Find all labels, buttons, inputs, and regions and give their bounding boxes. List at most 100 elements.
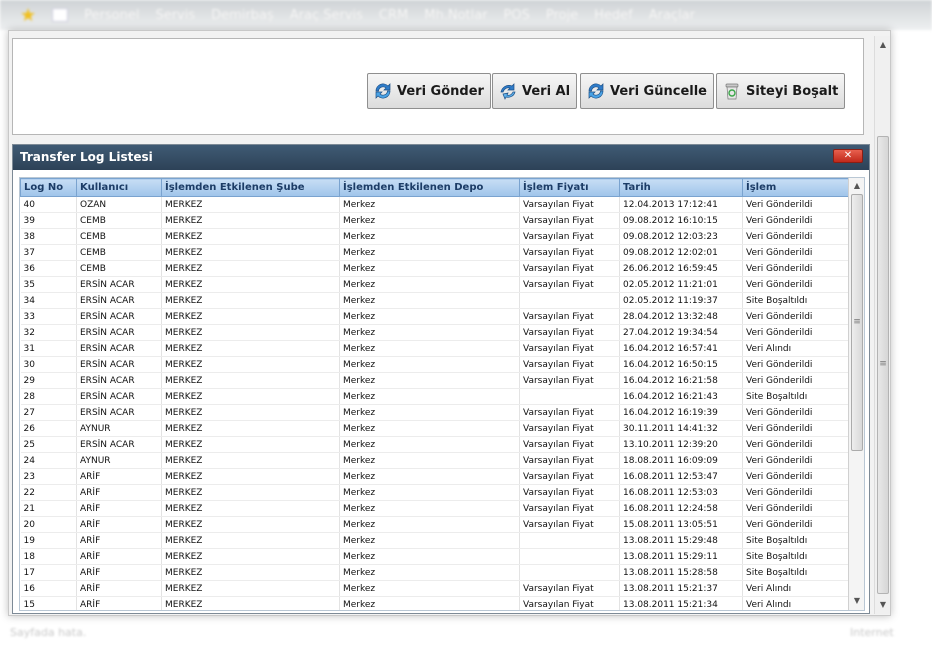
nav-item-servis[interactable]: Servis [155, 8, 195, 23]
cell-branch: MERKEZ [161, 196, 340, 213]
cell-user: ARİF [76, 532, 162, 549]
scroll-down-icon[interactable]: ▼ [875, 598, 891, 612]
cell-warehouse: Merkez [339, 420, 520, 437]
table-row[interactable]: 32 ERSİN ACAR MERKEZ Merkez Varsayılan Fiyat… [20, 324, 849, 341]
cell-price: Varsayılan Fiyat [519, 228, 620, 245]
scroll-up-icon[interactable]: ▲ [875, 38, 891, 52]
cell-user: CEMB [76, 212, 162, 229]
cell-user: ARİF [76, 580, 162, 597]
table-row[interactable]: 23 ARİF MERKEZ Merkez Varsayılan Fiyat 16.08.… [20, 468, 849, 485]
cell-action: Veri Alındı [742, 596, 849, 610]
cell-branch: MERKEZ [161, 468, 340, 485]
grid-scrollbar[interactable]: ▲ ≡ ▼ [848, 178, 864, 610]
nav-item-crm[interactable]: CRM [379, 8, 408, 23]
table-row[interactable]: 17 ARİF MERKEZ Merkez 13.08.2011 15:28:58 Sit… [20, 564, 849, 581]
close-icon[interactable]: ✕ [833, 149, 863, 163]
cell-warehouse: Merkez [339, 516, 520, 533]
cell-user: CEMB [76, 260, 162, 277]
cell-action: Site Boşaltıldı [742, 292, 849, 309]
table-row[interactable]: 37 CEMB MERKEZ Merkez Varsayılan Fiyat 09.08.… [20, 244, 849, 261]
cell-action: Veri Gönderildi [742, 436, 849, 453]
cell-log-no: 28 [20, 388, 77, 405]
table-row[interactable]: 25 ERSİN ACAR MERKEZ Merkez Varsayılan Fiyat… [20, 436, 849, 453]
clear-site-button[interactable]: Siteyi Boşalt [716, 73, 846, 109]
receive-data-label: Veri Al [522, 83, 571, 99]
grid-scroll-up-icon[interactable]: ▲ [849, 179, 864, 193]
cell-user: AYNUR [76, 420, 162, 437]
nav-item-proje[interactable]: Proje [546, 8, 578, 23]
table-row[interactable]: 33 ERSİN ACAR MERKEZ Merkez Varsayılan Fiyat… [20, 308, 849, 325]
nav-item-mh-notlar[interactable]: Mh.Notlar [424, 8, 487, 23]
cell-branch: MERKEZ [161, 244, 340, 261]
favorites-star-icon[interactable]: ★ [20, 5, 36, 26]
column-header-log-no[interactable]: Log No [20, 178, 77, 197]
cell-price: Varsayılan Fiyat [519, 324, 620, 341]
grip-icon: ≡ [879, 359, 887, 369]
table-row[interactable]: 16 ARİF MERKEZ Merkez Varsayılan Fiyat 13.08.… [20, 580, 849, 597]
table-row[interactable]: 22 ARİF MERKEZ Merkez Varsayılan Fiyat 16.08.… [20, 484, 849, 501]
column-header-user[interactable]: Kullanıcı [76, 178, 162, 197]
cell-log-no: 18 [20, 548, 77, 565]
cell-date: 16.08.2011 12:53:03 [619, 484, 743, 501]
cell-warehouse: Merkez [339, 548, 520, 565]
table-row[interactable]: 38 CEMB MERKEZ Merkez Varsayılan Fiyat 09.08.… [20, 228, 849, 245]
page-scrollbar[interactable]: ▲ ≡ ▼ [874, 36, 890, 614]
receive-data-button[interactable]: Veri Al [492, 73, 578, 109]
send-data-button[interactable]: Veri Gönder [367, 73, 491, 109]
nav-item-personel[interactable]: Personel [84, 8, 139, 23]
cell-action: Veri Gönderildi [742, 420, 849, 437]
cell-action: Site Boşaltıldı [742, 532, 849, 549]
table-row[interactable]: 18 ARİF MERKEZ Merkez 13.08.2011 15:29:11 Sit… [20, 548, 849, 565]
nav-item-arac-servis[interactable]: Araç Servis [290, 8, 363, 23]
column-header-date[interactable]: Tarih [619, 178, 743, 197]
cell-user: ERSİN ACAR [76, 436, 162, 453]
nav-item-demirbas[interactable]: Demirbaş [211, 8, 274, 23]
table-body: 40 OZAN MERKEZ Merkez Varsayılan Fiyat 12.04.… [20, 196, 849, 610]
column-header-action[interactable]: İşlem [742, 178, 849, 197]
cell-branch: MERKEZ [161, 500, 340, 517]
cell-date: 09.08.2012 16:10:15 [619, 212, 743, 229]
cell-price: Varsayılan Fiyat [519, 420, 620, 437]
cell-action: Veri Gönderildi [742, 468, 849, 485]
table-row[interactable]: 15 ARİF MERKEZ Merkez Varsayılan Fiyat 13.08.… [20, 596, 849, 610]
table-row[interactable]: 20 ARİF MERKEZ Merkez Varsayılan Fiyat 15.08.… [20, 516, 849, 533]
table-row[interactable]: 30 ERSİN ACAR MERKEZ Merkez Varsayılan Fiyat… [20, 356, 849, 373]
table-row[interactable]: 19 ARİF MERKEZ Merkez 13.08.2011 15:29:48 Sit… [20, 532, 849, 549]
status-error-text[interactable]: Sayfada hata. [10, 626, 86, 639]
grid-scroll-down-icon[interactable]: ▼ [849, 594, 864, 608]
table-row[interactable]: 34 ERSİN ACAR MERKEZ Merkez 02.05.2012 11:19… [20, 292, 849, 309]
table-row[interactable]: 36 CEMB MERKEZ Merkez Varsayılan Fiyat 26.06.… [20, 260, 849, 277]
cell-date: 13.08.2011 15:29:11 [619, 548, 743, 565]
nav-item-hedef[interactable]: Hedef [594, 8, 633, 23]
cell-branch: MERKEZ [161, 228, 340, 245]
table-row[interactable]: 31 ERSİN ACAR MERKEZ Merkez Varsayılan Fiyat… [20, 340, 849, 357]
cell-price: Varsayılan Fiyat [519, 436, 620, 453]
table-row[interactable]: 26 AYNUR MERKEZ Merkez Varsayılan Fiyat 30.11… [20, 420, 849, 437]
cell-warehouse: Merkez [339, 228, 520, 245]
cell-date: 27.04.2012 19:34:54 [619, 324, 743, 341]
cell-date: 16.08.2011 12:24:58 [619, 500, 743, 517]
table-row[interactable]: 28 ERSİN ACAR MERKEZ Merkez 16.04.2012 16:21… [20, 388, 849, 405]
table-row[interactable]: 40 OZAN MERKEZ Merkez Varsayılan Fiyat 12.04.… [20, 196, 849, 213]
table-row[interactable]: 35 ERSİN ACAR MERKEZ Merkez Varsayılan Fiyat… [20, 276, 849, 293]
column-header-warehouse[interactable]: İşlemden Etkilenen Depo [339, 178, 520, 197]
cell-warehouse: Merkez [339, 468, 520, 485]
cell-action: Veri Gönderildi [742, 500, 849, 517]
table-row[interactable]: 27 ERSİN ACAR MERKEZ Merkez Varsayılan Fiyat… [20, 404, 849, 421]
table-row[interactable]: 29 ERSİN ACAR MERKEZ Merkez Varsayılan Fiyat… [20, 372, 849, 389]
cell-branch: MERKEZ [161, 292, 340, 309]
column-header-branch[interactable]: İşlemden Etkilenen Şube [161, 178, 340, 197]
cell-action: Veri Gönderildi [742, 484, 849, 501]
nav-item-araclar[interactable]: Araçlar [649, 8, 695, 23]
table-row[interactable]: 21 ARİF MERKEZ Merkez Varsayılan Fiyat 16.08.… [20, 500, 849, 517]
update-data-button[interactable]: Veri Güncelle [580, 73, 714, 109]
table-row[interactable]: 24 AYNUR MERKEZ Merkez Varsayılan Fiyat 18.08… [20, 452, 849, 469]
sync-arrows-icon [375, 83, 391, 99]
column-header-price[interactable]: İşlem Fiyatı [519, 178, 620, 197]
table-row[interactable]: 39 CEMB MERKEZ Merkez Varsayılan Fiyat 09.08.… [20, 212, 849, 229]
nav-item-pos[interactable]: POS [504, 8, 530, 23]
cell-price: Varsayılan Fiyat [519, 244, 620, 261]
cell-user: ERSİN ACAR [76, 356, 162, 373]
cell-warehouse: Merkez [339, 388, 520, 405]
cell-date: 16.04.2012 16:50:15 [619, 356, 743, 373]
